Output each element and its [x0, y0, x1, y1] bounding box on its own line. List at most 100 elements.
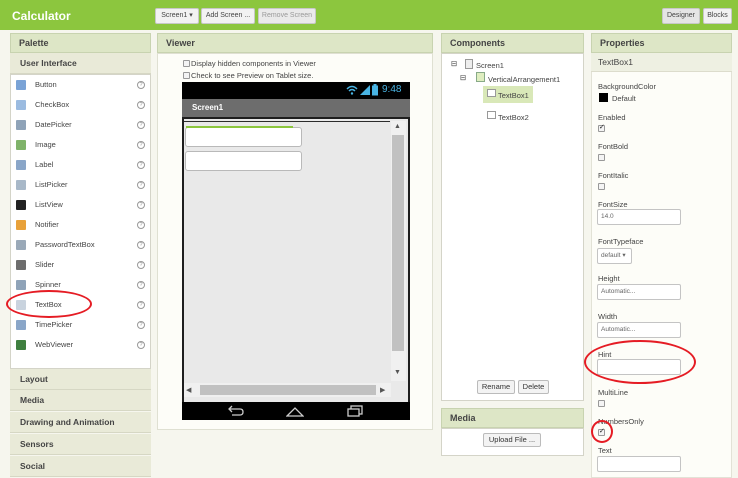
help-icon[interactable]: ?	[137, 101, 145, 109]
label-icon	[16, 160, 26, 170]
tree-item-textbox2[interactable]: TextBox2	[498, 113, 529, 122]
rename-button[interactable]: Rename	[477, 380, 515, 394]
scroll-down-arrow-icon[interactable]: ▼	[394, 369, 401, 376]
help-icon[interactable]: ?	[137, 181, 145, 189]
palette-item-passwordtextbox[interactable]: PasswordTextBox?	[12, 235, 149, 255]
help-icon[interactable]: ?	[137, 221, 145, 229]
scroll-up-arrow-icon[interactable]: ▲	[394, 123, 401, 130]
palette-item-label: DatePicker	[35, 120, 72, 129]
viewer-textbox2[interactable]	[185, 151, 302, 171]
palette-item-label: Button	[35, 80, 57, 89]
help-icon[interactable]: ?	[137, 161, 145, 169]
screen-selector-dropdown[interactable]: Screen1 ▾	[155, 8, 199, 24]
palette-item-label: Slider	[35, 260, 55, 269]
fontitalic-checkbox[interactable]	[598, 183, 605, 190]
palette-item-slider[interactable]: Slider?	[12, 255, 149, 275]
scroll-left-arrow-icon[interactable]: ◀	[186, 386, 191, 394]
palette-item-label: CheckBox	[35, 100, 70, 109]
fontbold-checkbox[interactable]	[598, 154, 605, 161]
properties-component-name: TextBox1	[591, 53, 732, 72]
help-icon[interactable]: ?	[137, 121, 145, 129]
palette-item-label[interactable]: Label?	[12, 155, 149, 175]
image-icon	[16, 140, 26, 150]
palette-category-user-interface[interactable]: User Interface	[10, 53, 151, 74]
palette-item-label: Notifier	[35, 220, 59, 229]
help-icon[interactable]: ?	[137, 341, 145, 349]
tree-item-textbox1[interactable]: TextBox1	[498, 91, 529, 100]
button-icon	[16, 80, 26, 90]
fontsize-input[interactable]: 14.0	[597, 209, 681, 225]
help-icon[interactable]: ?	[137, 281, 145, 289]
background-color-label: BackgroundColor	[598, 82, 656, 91]
viewer-textbox1[interactable]	[185, 127, 302, 147]
palette-item-label: WebViewer	[35, 340, 74, 349]
palette-item-listview[interactable]: ListView?	[12, 195, 149, 215]
blocks-button[interactable]: Blocks	[703, 8, 732, 24]
delete-button[interactable]: Delete	[518, 380, 549, 394]
palette-category-media[interactable]: Media	[10, 390, 151, 411]
palette-item-listpicker[interactable]: ListPicker?	[12, 175, 149, 195]
listview-icon	[16, 200, 26, 210]
slider-icon	[16, 260, 26, 270]
palette-item-checkbox[interactable]: CheckBox?	[12, 95, 149, 115]
textbox1-component-icon	[487, 89, 496, 97]
spinner-icon	[16, 280, 26, 290]
display-hidden-label: Display hidden components in Viewer	[191, 59, 316, 68]
palette-item-label: Label	[35, 160, 54, 169]
palette-category-social[interactable]: Social	[10, 456, 151, 477]
tree-collapse-vertical-arrangement-icon[interactable]: ⊟	[460, 73, 466, 82]
components-tree-panel	[441, 53, 584, 401]
scroll-right-arrow-icon[interactable]: ▶	[380, 386, 385, 394]
multiline-label: MultiLine	[598, 388, 629, 397]
viewer-header: Viewer	[157, 33, 433, 53]
multiline-checkbox[interactable]	[598, 400, 605, 407]
notifier-icon	[16, 220, 26, 230]
width-label: Width	[598, 312, 618, 321]
palette-item-webviewer[interactable]: WebViewer?	[12, 335, 149, 355]
help-icon[interactable]: ?	[137, 321, 145, 329]
help-icon[interactable]: ?	[137, 261, 145, 269]
display-hidden-checkbox[interactable]	[183, 60, 190, 67]
palette-item-image[interactable]: Image?	[12, 135, 149, 155]
hint-annotation-circle	[584, 340, 696, 384]
upload-file-button[interactable]: Upload File ...	[483, 433, 541, 447]
viewer-horizontal-scrollbar[interactable]: ◀ ▶	[184, 383, 391, 397]
width-input[interactable]: Automatic...	[597, 322, 681, 338]
palette-category-sensors[interactable]: Sensors	[10, 434, 151, 455]
help-icon[interactable]: ?	[137, 301, 145, 309]
textbox1-selected-indicator	[186, 126, 293, 128]
datepicker-icon	[16, 120, 26, 130]
palette-category-layout[interactable]: Layout	[10, 369, 151, 390]
palette-item-timepicker[interactable]: TimePicker?	[12, 315, 149, 335]
tree-item-screen1[interactable]: Screen1	[476, 61, 504, 70]
fontbold-label: FontBold	[598, 142, 629, 151]
tree-collapse-screen1-icon[interactable]: ⊟	[451, 59, 457, 68]
background-color-value[interactable]: Default	[612, 94, 636, 103]
palette-item-notifier[interactable]: Notifier?	[12, 215, 149, 235]
enabled-checkbox[interactable]	[598, 123, 605, 132]
tablet-preview-checkbox[interactable]	[183, 72, 190, 79]
text-input[interactable]	[597, 456, 681, 472]
remove-screen-button[interactable]: Remove Screen	[258, 8, 316, 24]
add-screen-button[interactable]: Add Screen ...	[201, 8, 255, 24]
fonttypeface-dropdown[interactable]: default ▾	[597, 248, 632, 264]
vertical-scroll-thumb[interactable]	[392, 135, 404, 351]
designer-button[interactable]: Designer	[662, 8, 700, 24]
background-color-swatch[interactable]	[599, 93, 608, 102]
home-icon	[286, 407, 304, 417]
wifi-icon	[346, 85, 358, 95]
listpicker-icon	[16, 180, 26, 190]
height-input[interactable]: Automatic...	[597, 284, 681, 300]
help-icon[interactable]: ?	[137, 201, 145, 209]
tree-item-verticalarrangement1[interactable]: VerticalArrangement1	[488, 75, 560, 84]
help-icon[interactable]: ?	[137, 241, 145, 249]
app-title: Calculator	[12, 9, 71, 23]
horizontal-scroll-thumb[interactable]	[200, 385, 376, 395]
top-bar	[0, 0, 738, 30]
viewer-vertical-scrollbar[interactable]: ▲ ▼	[391, 121, 406, 381]
palette-item-button[interactable]: Button?	[12, 75, 149, 95]
help-icon[interactable]: ?	[137, 141, 145, 149]
help-icon[interactable]: ?	[137, 81, 145, 89]
palette-item-datepicker[interactable]: DatePicker?	[12, 115, 149, 135]
palette-category-drawing-and-animation[interactable]: Drawing and Animation	[10, 412, 151, 433]
